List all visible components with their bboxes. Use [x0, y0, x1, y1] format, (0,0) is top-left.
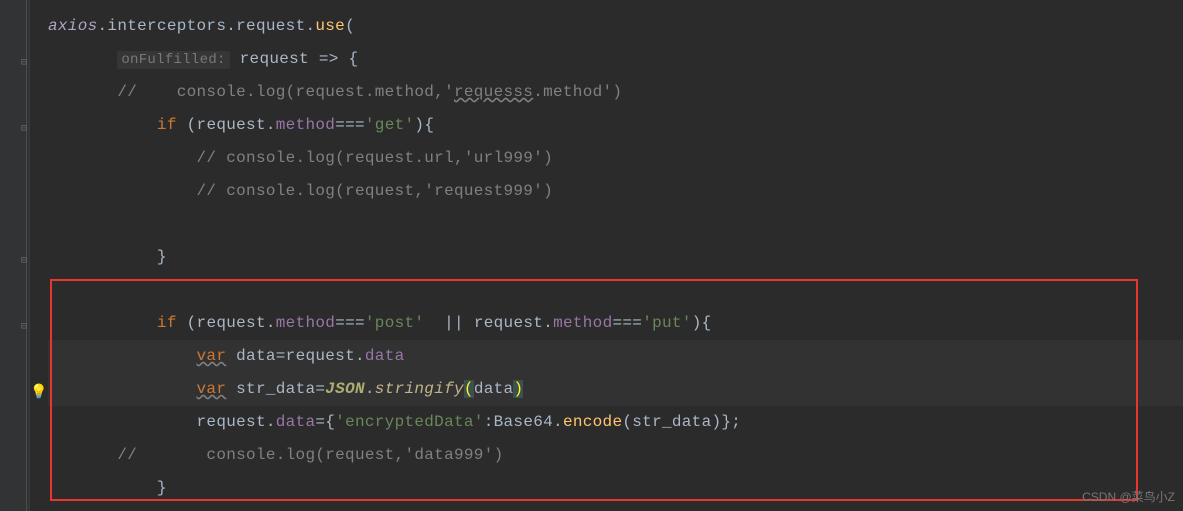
- typo-underline: requesss: [454, 83, 533, 101]
- class: Base64: [494, 413, 553, 431]
- code-line[interactable]: if (request.method==='get'){: [48, 109, 1183, 142]
- property: data: [365, 347, 405, 365]
- fold-icon[interactable]: ⊟: [18, 322, 30, 334]
- code-line[interactable]: }: [48, 472, 1183, 505]
- code-line[interactable]: axios.interceptors.request.use(: [48, 10, 1183, 43]
- code-line-current[interactable]: var str_data=JSON.stringify(data): [48, 373, 1183, 406]
- code-line[interactable]: request.data={'encryptedData':Base64.enc…: [48, 406, 1183, 439]
- code-content[interactable]: axios.interceptors.request.use( onFulfil…: [30, 0, 1183, 511]
- code-line[interactable]: [48, 208, 1183, 241]
- code-line[interactable]: }: [48, 241, 1183, 274]
- comment: // console.log(request.url,'url999'): [197, 149, 553, 167]
- string: 'post': [365, 314, 424, 332]
- fold-icon[interactable]: ⊟: [18, 256, 30, 268]
- method: encode: [563, 413, 622, 431]
- identifier: interceptors: [107, 17, 226, 35]
- identifier: request: [236, 17, 305, 35]
- gutter: ⊟ ⊟ ⊟ ⊟ 💡: [0, 0, 30, 511]
- fold-icon[interactable]: ⊟: [18, 58, 30, 70]
- paren-match: (: [464, 380, 474, 398]
- brace: }: [157, 248, 167, 266]
- punct: .: [98, 17, 108, 35]
- paren-match: ): [513, 380, 523, 398]
- keyword-var: var: [197, 347, 227, 365]
- comment: // console.log(request.method,': [117, 83, 454, 101]
- arrow: => {: [309, 50, 359, 68]
- param-hint: onFulfilled:: [117, 51, 229, 69]
- code-line[interactable]: if (request.method==='post' || request.m…: [48, 307, 1183, 340]
- punct: (: [345, 17, 355, 35]
- fold-icon[interactable]: ⊟: [18, 124, 30, 136]
- param: request: [240, 50, 309, 68]
- string: 'encryptedData': [335, 413, 484, 431]
- variable: str_data: [236, 380, 315, 398]
- string: 'get': [365, 116, 415, 134]
- method: stringify: [375, 380, 464, 398]
- code-line[interactable]: onFulfilled: request => {: [48, 43, 1183, 76]
- brace: }: [157, 479, 167, 497]
- variable: data: [236, 347, 276, 365]
- keyword-if: if: [157, 314, 187, 332]
- property: data: [276, 413, 316, 431]
- property: method: [276, 116, 335, 134]
- comment: .method'): [533, 83, 622, 101]
- property: method: [553, 314, 612, 332]
- keyword-if: if: [157, 116, 187, 134]
- code-line[interactable]: // console.log(request,'request999'): [48, 175, 1183, 208]
- identifier: axios: [48, 17, 98, 35]
- code-editor[interactable]: ⊟ ⊟ ⊟ ⊟ 💡 axios.interceptors.request.use…: [0, 0, 1183, 511]
- class-json: JSON: [325, 380, 365, 398]
- comment: // console.log(request,'data999'): [117, 446, 503, 464]
- code-line[interactable]: // console.log(request.url,'url999'): [48, 142, 1183, 175]
- code-line[interactable]: // console.log(request,'data999'): [48, 439, 1183, 472]
- punct: .: [226, 17, 236, 35]
- code-line[interactable]: var data=request.data: [48, 340, 1183, 373]
- property: method: [276, 314, 335, 332]
- watermark: CSDN @菜鸟小Z: [1082, 488, 1175, 505]
- code-line[interactable]: // console.log(request.method,'requesss.…: [48, 76, 1183, 109]
- method: use: [315, 17, 345, 35]
- comment: // console.log(request,'request999'): [197, 182, 553, 200]
- keyword-var: var: [197, 380, 227, 398]
- code-line[interactable]: [48, 274, 1183, 307]
- punct: .: [305, 17, 315, 35]
- string: 'put': [642, 314, 692, 332]
